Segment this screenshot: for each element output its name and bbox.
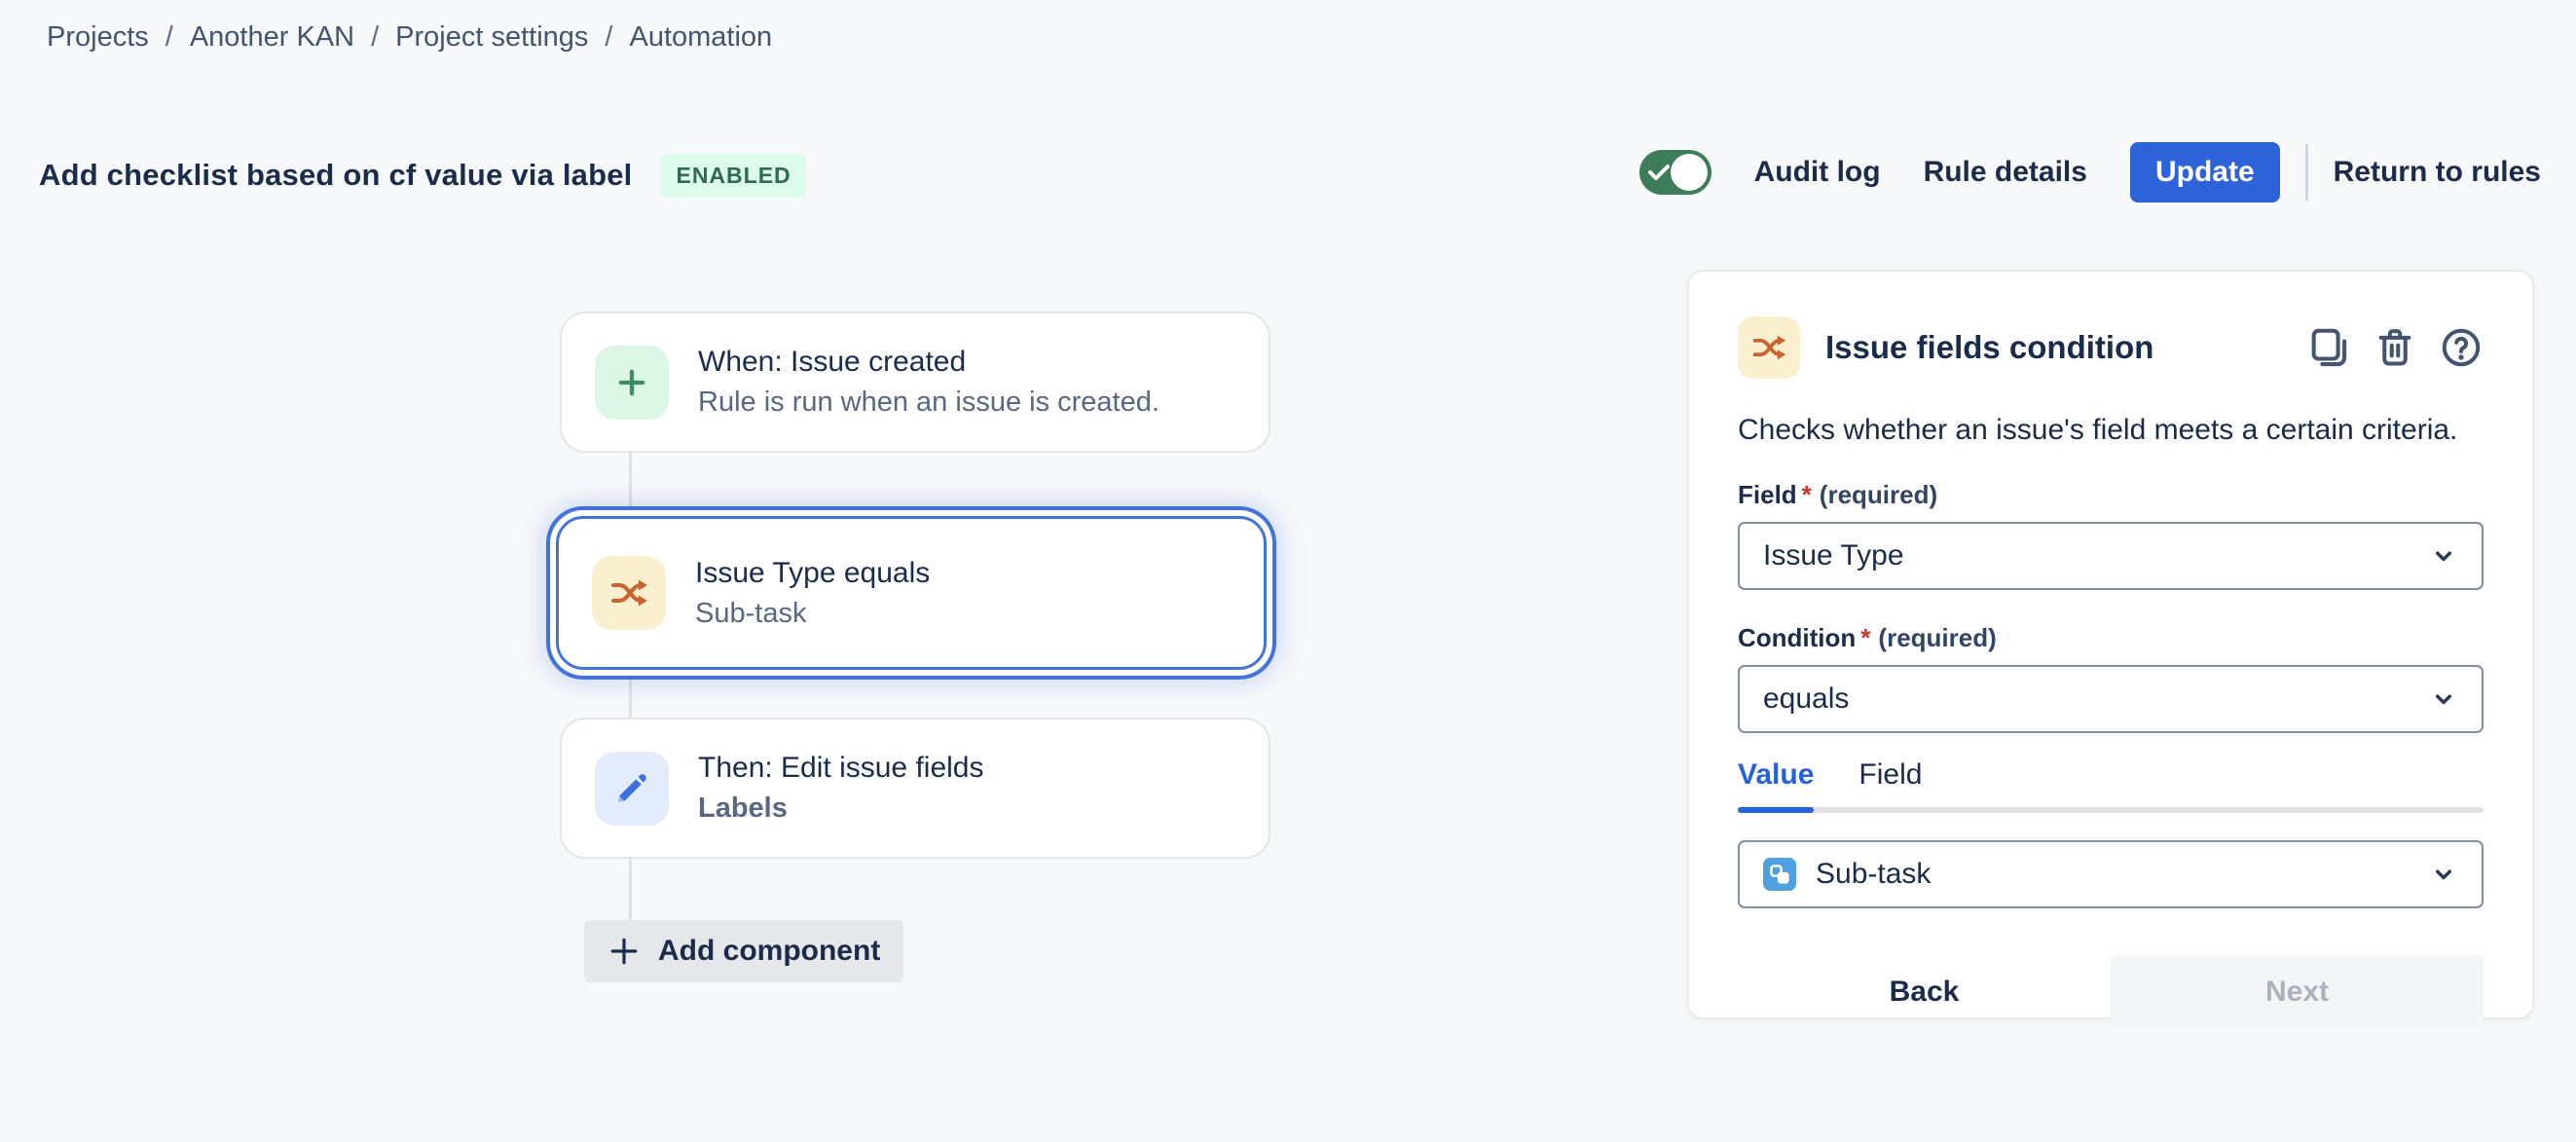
chevron-down-icon (2429, 684, 2458, 714)
shuffle-icon (592, 556, 666, 630)
panel-actions (2306, 325, 2484, 370)
panel-header: Issue fields condition (1738, 316, 2484, 379)
rule-enabled-toggle[interactable] (1639, 150, 1711, 195)
status-badge: ENABLED (661, 154, 805, 198)
rule-title: Add checklist based on cf value via labe… (39, 158, 632, 193)
breadcrumb-projects[interactable]: Projects (47, 21, 149, 54)
flow-step-text: Then: Edit issue fields Labels (698, 752, 983, 825)
chevron-down-icon (2429, 860, 2458, 889)
required-asterisk: * (1860, 623, 1870, 653)
tab-underline-track (1738, 807, 2484, 813)
rule-details-button[interactable]: Rule details (1924, 156, 2087, 189)
tab-underline-active (1738, 807, 1814, 813)
rule-header: Add checklist based on cf value via labe… (39, 146, 806, 204)
condition-select-value: equals (1763, 682, 2429, 716)
condition-label: Condition * (required) (1738, 623, 2484, 653)
flow-step-text: When: Issue created Rule is run when an … (698, 346, 1159, 419)
next-button[interactable]: Next (2111, 955, 2484, 1029)
header-controls: Audit log Rule details Update Return to … (1639, 140, 2541, 204)
flow-step-condition[interactable]: Issue Type equals Sub-task (556, 516, 1267, 670)
flow-step-title: When: Issue created (698, 346, 1159, 379)
plus-icon (595, 346, 669, 420)
breadcrumb-project[interactable]: Another KAN (190, 21, 354, 54)
pencil-icon (595, 752, 669, 826)
breadcrumb: Projects / Another KAN / Project setting… (47, 21, 772, 54)
flow-step-title: Issue Type equals (695, 557, 930, 590)
flow-step-trigger[interactable]: When: Issue created Rule is run when an … (560, 312, 1270, 453)
breadcrumb-automation[interactable]: Automation (629, 21, 772, 54)
tab-field[interactable]: Field (1858, 758, 1922, 792)
delete-button[interactable] (2373, 325, 2417, 370)
condition-label-text: Condition (1738, 623, 1856, 653)
required-hint: (required) (1878, 623, 1996, 653)
breadcrumb-project-settings[interactable]: Project settings (395, 21, 588, 54)
field-select-value: Issue Type (1763, 539, 2429, 572)
tab-value[interactable]: Value (1738, 758, 1814, 792)
footer-left: Back (1738, 976, 2111, 1009)
add-component-button[interactable]: Add component (584, 920, 903, 982)
shuffle-icon (1738, 316, 1800, 379)
subtask-icon (1763, 858, 1796, 891)
flow-step-title: Then: Edit issue fields (698, 752, 983, 785)
flow-step-subtitle: Labels (698, 792, 983, 825)
audit-log-button[interactable]: Audit log (1754, 156, 1881, 189)
flow-step-subtitle: Sub-task (695, 598, 930, 630)
help-icon[interactable] (2439, 325, 2484, 370)
breadcrumb-separator: / (166, 21, 173, 54)
panel-title: Issue fields condition (1825, 329, 2153, 366)
required-hint: (required) (1820, 480, 1937, 510)
footer-right: Next (2111, 955, 2484, 1029)
required-asterisk: * (1802, 480, 1812, 510)
flow-step-text: Issue Type equals Sub-task (695, 557, 930, 630)
field-label: Field * (required) (1738, 480, 2484, 510)
value-select-value: Sub-task (1816, 858, 2429, 891)
add-component-label: Add component (658, 935, 880, 968)
check-icon (1646, 161, 1672, 189)
breadcrumb-separator: / (371, 21, 379, 54)
field-label-text: Field (1738, 480, 1797, 510)
value-field-tabs: Value Field (1738, 758, 2484, 792)
back-button[interactable]: Back (1890, 976, 1960, 1009)
toggle-knob (1671, 154, 1708, 191)
condition-select[interactable]: equals (1738, 665, 2484, 733)
update-button[interactable]: Update (2130, 142, 2280, 203)
flow-step-subtitle: Rule is run when an issue is created. (698, 387, 1159, 419)
component-config-panel: Issue fields condition (1687, 270, 2534, 1019)
breadcrumb-separator: / (605, 21, 612, 54)
return-to-rules-button[interactable]: Return to rules (2334, 156, 2541, 189)
panel-footer: Back Next (1738, 955, 2484, 1029)
chevron-down-icon (2429, 541, 2458, 571)
plus-icon (607, 935, 641, 968)
flow-step-action[interactable]: Then: Edit issue fields Labels (560, 718, 1270, 859)
panel-description: Checks whether an issue's field meets a … (1738, 414, 2484, 447)
duplicate-button[interactable] (2306, 325, 2351, 370)
field-select[interactable]: Issue Type (1738, 522, 2484, 590)
header-divider (2305, 144, 2308, 201)
value-select[interactable]: Sub-task (1738, 840, 2484, 908)
